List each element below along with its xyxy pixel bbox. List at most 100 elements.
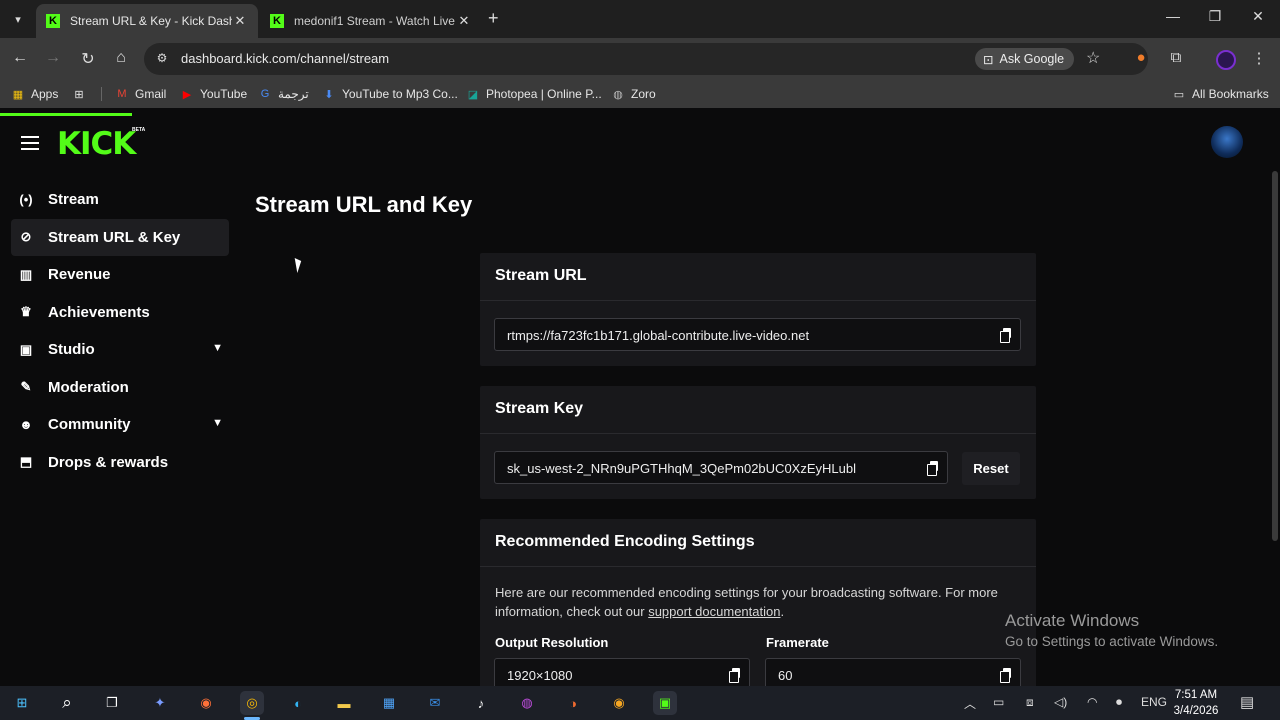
stream-url-heading: Stream URL: [480, 253, 1036, 301]
bookmark-label: Photopea | Online P...: [486, 87, 602, 101]
sidebar-item-stream[interactable]: (•) Stream: [11, 181, 229, 219]
kick-favicon-icon: K: [46, 14, 60, 28]
volume-icon[interactable]: ◁): [1054, 695, 1067, 709]
firefox-icon[interactable]: ◉: [194, 691, 218, 715]
dashboard-sidebar: (•) Stream ⊘ Stream URL & Key ▥ Revenue …: [11, 181, 229, 481]
sidebar-item-drops-rewards[interactable]: ⬒ Drops & rewards: [11, 444, 229, 482]
restore-icon[interactable]: ❐: [1205, 8, 1225, 25]
bookmark-photopea[interactable]: ◪ Photopea | Online P...: [466, 87, 602, 101]
vpn-app-icon[interactable]: ◉: [607, 691, 631, 715]
framerate-field[interactable]: 60: [765, 658, 1021, 686]
bookmarks-bar: ▦ Apps ⊞ M Gmail ▶ YouTube G ترجمة ⬇ You…: [0, 80, 1280, 108]
bookmark-youtube[interactable]: ▶ YouTube: [180, 87, 247, 101]
copy-icon[interactable]: [729, 668, 741, 683]
sidebar-item-label: Drops & rewards: [48, 453, 169, 471]
reset-key-button[interactable]: Reset: [962, 452, 1020, 485]
tab-groups-button[interactable]: ⊞: [72, 87, 86, 101]
people-icon: ☻: [19, 417, 33, 433]
reload-icon[interactable]: ↻: [78, 49, 98, 69]
taskbar-clock[interactable]: 7:51 AM 3/4/2026: [1172, 686, 1220, 719]
kick-logo[interactable]: KICK: [57, 126, 136, 162]
ask-google-label: Ask Google: [999, 52, 1065, 66]
outlook-icon[interactable]: ✉: [423, 691, 447, 715]
framerate-value: 60: [778, 668, 793, 683]
file-explorer-icon[interactable]: ▬: [332, 691, 356, 715]
output-resolution-field[interactable]: 1920×1080: [494, 658, 750, 686]
bookmark-zoro[interactable]: ◍ Zoro: [611, 87, 656, 101]
back-icon[interactable]: ←: [10, 49, 30, 67]
youtube-icon: ▶: [182, 88, 192, 101]
battery-icon[interactable]: ▭: [993, 695, 1004, 709]
new-tab-button[interactable]: +: [488, 8, 499, 29]
bookmark-star-icon[interactable]: ☆: [1086, 48, 1100, 68]
language-indicator[interactable]: ENG: [1141, 695, 1167, 709]
tab-groups-icon: ⊞: [74, 88, 84, 101]
copy-icon[interactable]: [927, 461, 939, 476]
sidebar-item-stream-url-key[interactable]: ⊘ Stream URL & Key: [11, 218, 229, 256]
site-info-icon[interactable]: ⚙: [154, 51, 170, 67]
all-bookmarks-button[interactable]: ▭ All Bookmarks: [1172, 87, 1269, 101]
search-icon[interactable]: ⌕: [55, 691, 79, 715]
chrome-icon[interactable]: ◎: [240, 691, 264, 715]
tray-app-icon[interactable]: ⧈: [1026, 695, 1034, 710]
broadcast-icon: (•): [19, 192, 33, 208]
color-app-icon[interactable]: ◑: [561, 691, 585, 715]
stream-key-field[interactable]: sk_us-west-2_NRn9uPGTHhqM_3QePm02bUC0XzE…: [494, 451, 948, 484]
sidebar-item-moderation[interactable]: ✎ Moderation: [11, 369, 229, 407]
tiktok-icon[interactable]: ♪: [469, 691, 493, 715]
chevron-down-icon[interactable]: ▼: [212, 417, 223, 429]
sidebar-item-label: Stream: [48, 191, 99, 209]
extension-orange-icon[interactable]: ●: [1131, 49, 1151, 69]
sidebar-item-studio[interactable]: ▣ Studio ▼: [11, 331, 229, 369]
url-text[interactable]: dashboard.kick.com/channel/stream: [181, 51, 389, 66]
copy-icon[interactable]: [1000, 328, 1012, 343]
tab-search-button[interactable]: ▾: [6, 7, 30, 31]
copilot-icon[interactable]: ✦: [148, 691, 172, 715]
media-app-icon[interactable]: ◍: [515, 691, 539, 715]
sidebar-item-label: Studio: [48, 341, 95, 359]
address-bar[interactable]: ⚙ dashboard.kick.com/channel/stream ⊡ As…: [144, 43, 1148, 75]
stream-url-field[interactable]: rtmps://fa723fc1b171.global-contribute.l…: [494, 318, 1021, 351]
bookmark-translate[interactable]: G ترجمة: [258, 87, 309, 101]
forward-icon[interactable]: →: [43, 49, 63, 67]
profile-avatar[interactable]: [1216, 50, 1236, 70]
tab-stream-url-key[interactable]: K Stream URL & Key - Kick Dashb ✕: [36, 4, 258, 38]
support-documentation-link[interactable]: support documentation: [648, 604, 780, 619]
tray-overflow-icon[interactable]: ︿: [964, 695, 976, 712]
page-scrollbar[interactable]: [1272, 171, 1278, 541]
edge-icon[interactable]: ◐: [286, 691, 310, 715]
copy-icon[interactable]: [1000, 668, 1012, 683]
bookmark-gmail[interactable]: M Gmail: [115, 87, 166, 101]
store-icon[interactable]: ▦: [377, 691, 401, 715]
chevron-down-icon[interactable]: ▼: [212, 342, 223, 354]
user-avatar[interactable]: [1211, 126, 1243, 158]
sidebar-item-achievements[interactable]: ♛ Achievements: [11, 294, 229, 332]
sidebar-item-label: Stream URL & Key: [48, 228, 181, 246]
close-window-icon[interactable]: ✕: [1248, 8, 1268, 25]
microphone-icon[interactable]: ⏺: [1116, 695, 1122, 710]
extensions-puzzle-icon[interactable]: ⧉: [1166, 49, 1186, 69]
photopea-icon: ◪: [467, 88, 479, 101]
output-resolution-value: 1920×1080: [507, 668, 573, 683]
tab-title: Stream URL & Key - Kick Dashb: [70, 14, 232, 28]
activate-title: Activate Windows: [1005, 611, 1140, 630]
encoding-heading: Recommended Encoding Settings: [480, 519, 1036, 567]
windows-start-icon[interactable]: ⊞: [10, 691, 34, 715]
sidebar-item-revenue[interactable]: ▥ Revenue: [11, 256, 229, 294]
menu-icon[interactable]: [21, 136, 39, 154]
bookmark-youtube-mp3[interactable]: ⬇ YouTube to Mp3 Co...: [322, 87, 457, 101]
bookmark-apps[interactable]: ▦ Apps: [11, 87, 59, 101]
close-tab-icon[interactable]: ✕: [456, 13, 472, 29]
close-tab-icon[interactable]: ✕: [232, 13, 248, 29]
wifi-icon[interactable]: ◠: [1087, 695, 1097, 709]
task-view-icon[interactable]: ❐: [100, 691, 124, 715]
tab-medonif1-stream[interactable]: K medonif1 Stream - Watch Live o ✕: [260, 4, 482, 38]
sidebar-item-community[interactable]: ☻ Community ▼: [11, 406, 229, 444]
browser-menu-icon[interactable]: ⋮: [1249, 49, 1269, 69]
clock-date: 3/4/2026: [1173, 705, 1219, 717]
home-icon[interactable]: ⌂: [111, 49, 131, 67]
minimize-icon[interactable]: —: [1163, 8, 1183, 24]
kick-app-icon[interactable]: ▣: [653, 691, 677, 715]
ask-google-button[interactable]: ⊡ Ask Google: [975, 48, 1075, 70]
notifications-icon[interactable]: ▤: [1240, 693, 1254, 711]
